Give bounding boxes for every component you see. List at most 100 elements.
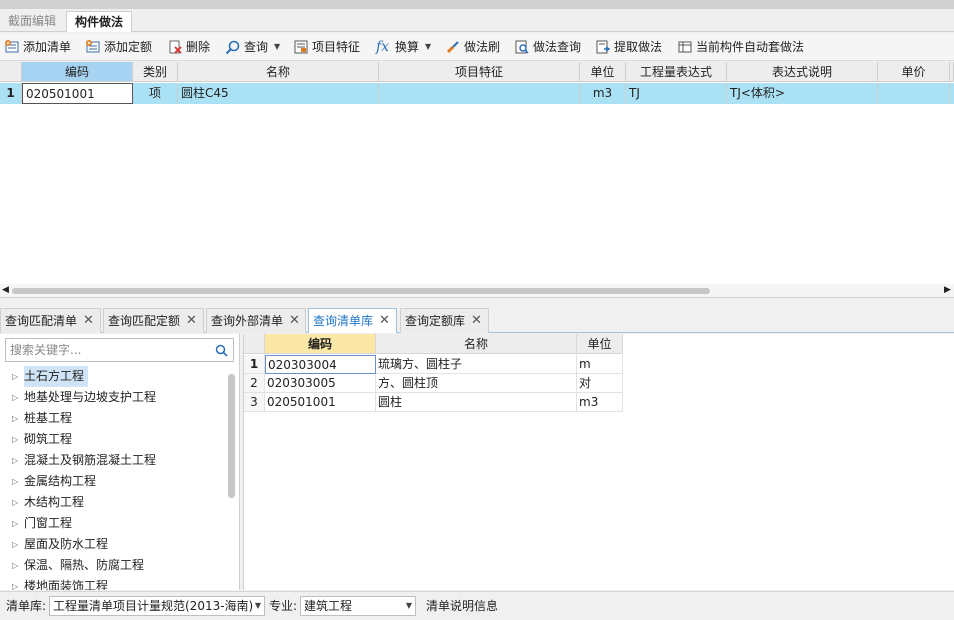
tree-item[interactable]: ▷ 门窗工程 [0,513,226,534]
tree-item[interactable]: ▷ 砌筑工程 [0,429,226,450]
tree-item[interactable]: ▷ 土石方工程 [0,366,226,387]
add-quota-button[interactable]: 添加定额 [85,37,152,57]
expand-arrow-icon[interactable]: ▷ [12,429,24,450]
convert-button[interactable]: fx 换算 ▼ [376,37,431,57]
col-header-type[interactable]: 类别 [133,62,178,82]
col-header-price[interactable]: 单价 [878,62,950,82]
tab-external-list[interactable]: 查询外部清单 ✕ [206,308,306,333]
expand-arrow-icon[interactable]: ▷ [12,576,24,590]
scrollbar-thumb[interactable] [12,288,710,294]
tab-label: 查询外部清单 [211,314,284,328]
col-header-unit[interactable]: 单位 [580,62,626,82]
method-grid: 编码 类别 名称 项目特征 单位 工程量表达式 表达式说明 单价 1 02050… [0,62,954,298]
cell-unit[interactable]: m3 [577,393,623,412]
close-icon[interactable]: ✕ [186,309,197,333]
close-icon[interactable]: ✕ [379,309,390,333]
tab-list-library[interactable]: 查询清单库 ✕ [308,308,397,333]
expand-arrow-icon[interactable]: ▷ [12,492,24,513]
chevron-down-icon[interactable]: ▼ [255,597,261,615]
tree-item[interactable]: ▷ 楼地面装饰工程 [0,576,226,590]
tree-item[interactable]: ▷ 金属结构工程 [0,471,226,492]
delete-button[interactable]: 删除 [167,37,210,57]
major-select[interactable]: 建筑工程 ▼ [300,596,416,616]
tab-section-edit[interactable]: 截面编辑 [0,11,64,32]
method-query-label: 做法查询 [533,40,582,54]
expand-arrow-icon[interactable]: ▷ [12,450,24,471]
vertical-scrollbar[interactable] [228,374,235,498]
cell-unit[interactable]: 对 [577,374,623,393]
row-header-corner [244,334,265,354]
tree-item-label: 混凝土及钢筋混凝土工程 [24,453,157,467]
expand-arrow-icon[interactable]: ▷ [12,555,24,576]
close-icon[interactable]: ✕ [471,309,482,333]
item-feature-button[interactable]: 项目特征 [293,37,360,57]
cell-name[interactable]: 圆柱C45 [178,83,379,104]
cell-code[interactable]: 020303004 [265,355,376,374]
tab-component-method[interactable]: 构件做法 [66,11,133,32]
expand-arrow-icon[interactable]: ▷ [12,387,24,408]
col-header-code[interactable]: 编码 [265,334,376,354]
query-dropdown-icon[interactable]: ▼ [274,37,280,57]
cell-code[interactable]: 020501001 [265,393,376,412]
cell-name[interactable]: 方、圆柱顶 [376,374,577,393]
add-list-button[interactable]: 添加清单 [4,37,71,57]
col-header-expression[interactable]: 工程量表达式 [626,62,727,82]
row-number[interactable]: 1 [0,83,22,104]
tree-item[interactable]: ▷ 桩基工程 [0,408,226,429]
row-number[interactable]: 2 [244,374,265,393]
col-header-expression-desc[interactable]: 表达式说明 [727,62,878,82]
method-brush-button[interactable]: 做法刷 [445,37,500,57]
chevron-down-icon[interactable]: ▼ [406,597,412,615]
query-button[interactable]: 查询 ▼ [225,37,280,57]
tree-item[interactable]: ▷ 保温、隔热、防腐工程 [0,555,226,576]
method-query-button[interactable]: 做法查询 [514,37,581,57]
cell-unit[interactable]: m [577,355,623,374]
tree-item[interactable]: ▷ 木结构工程 [0,492,226,513]
extract-method-button[interactable]: 提取做法 [595,37,662,57]
cell-unit[interactable]: m3 [580,83,626,104]
cell-name[interactable]: 琉璃方、圆柱子 [376,355,577,374]
expand-arrow-icon[interactable]: ▷ [12,513,24,534]
expand-arrow-icon[interactable]: ▷ [12,471,24,492]
search-icon[interactable] [215,344,228,357]
col-header-name[interactable]: 名称 [376,334,577,354]
list-library-select[interactable]: 工程量清单项目计量规范(2013-海南) ▼ [49,596,265,616]
expand-arrow-icon[interactable]: ▷ [12,534,24,555]
cell-price[interactable] [878,83,950,104]
row-number[interactable]: 1 [244,355,265,374]
close-icon[interactable]: ✕ [83,309,94,333]
title-strip [0,0,954,9]
tab-label: 查询匹配清单 [5,314,78,328]
cell-name[interactable]: 圆柱 [376,393,577,412]
scroll-right-icon[interactable]: ▶ [944,285,951,295]
scroll-left-icon[interactable]: ◀ [2,285,9,295]
bottom-tab-bar: 查询匹配清单 ✕ 查询匹配定额 ✕ 查询外部清单 ✕ 查询清单库 ✕ 查询定额库 ✕ [0,306,954,333]
cell-type[interactable]: 项 [133,83,178,104]
horizontal-scrollbar[interactable]: ◀ ▶ [0,284,954,297]
extract-method-icon [596,40,611,54]
col-header-feature[interactable]: 项目特征 [379,62,580,82]
expand-arrow-icon[interactable]: ▷ [12,366,24,387]
tab-match-quota[interactable]: 查询匹配定额 ✕ [103,308,204,333]
tree-item[interactable]: ▷ 混凝土及钢筋混凝土工程 [0,450,226,471]
cell-code[interactable]: 020501001 [22,83,133,104]
close-icon[interactable]: ✕ [289,309,300,333]
convert-dropdown-icon[interactable]: ▼ [425,37,431,57]
tree-item[interactable]: ▷ 地基处理与边坡支护工程 [0,387,226,408]
auto-method-button[interactable]: 当前构件自动套做法 [677,37,804,57]
row-number[interactable]: 3 [244,393,265,412]
tab-match-list[interactable]: 查询匹配清单 ✕ [0,308,101,333]
tree-item[interactable]: ▷ 屋面及防水工程 [0,534,226,555]
tab-quota-library[interactable]: 查询定额库 ✕ [400,308,489,333]
cell-code[interactable]: 020303005 [265,374,376,393]
col-header-code[interactable]: 编码 [22,62,133,82]
col-header-name[interactable]: 名称 [178,62,379,82]
tree-item-label: 砌筑工程 [24,432,73,446]
cell-expression[interactable]: TJ [626,83,727,104]
cell-feature[interactable] [379,83,580,104]
list-info-link[interactable]: 清单说明信息 [426,598,498,614]
col-header-unit[interactable]: 单位 [577,334,623,354]
search-input[interactable] [6,339,206,361]
expand-arrow-icon[interactable]: ▷ [12,408,24,429]
cell-expression-desc[interactable]: TJ<体积> [727,83,878,104]
